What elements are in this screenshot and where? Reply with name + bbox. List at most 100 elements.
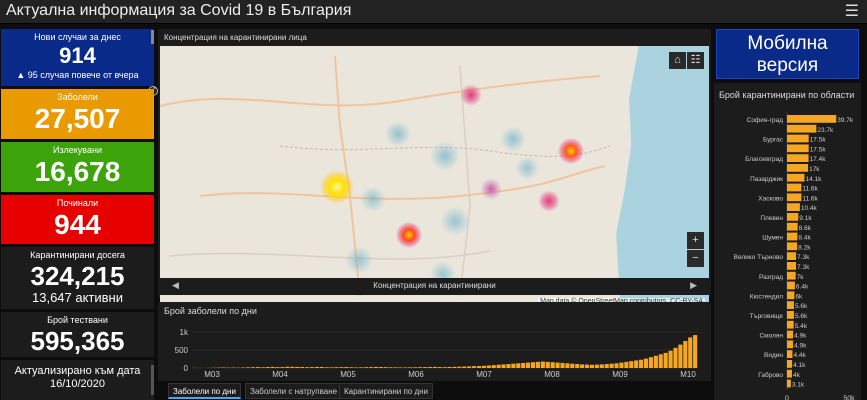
bar	[309, 367, 315, 368]
quarantined-active: 13,647 активни	[32, 290, 123, 305]
mobile-version-button[interactable]: Мобилна версия	[716, 29, 859, 79]
bar	[663, 352, 668, 368]
data-label: 7.3k	[797, 264, 810, 271]
bar	[334, 367, 339, 368]
bar	[388, 367, 393, 368]
data-label: 17.5k	[810, 137, 827, 144]
deceased-card: Починали 944	[1, 195, 154, 244]
bar	[496, 364, 501, 368]
infected-label: Заболели	[57, 92, 98, 102]
bar	[624, 361, 629, 368]
next-arrow-icon[interactable]: ▶	[690, 280, 697, 291]
bar	[550, 362, 555, 368]
data-label: 5.4k	[795, 323, 808, 330]
bar	[378, 366, 383, 368]
bar	[344, 367, 349, 368]
bar	[599, 364, 604, 368]
home-icon[interactable]: ⌂	[669, 52, 686, 69]
bar	[668, 350, 673, 368]
bar	[787, 115, 837, 123]
data-label: 5.6k	[795, 313, 808, 320]
daily-cases-panel: Брой заболели по дни 1k 500 0 M03 M04 M05 M06 M…	[158, 302, 711, 381]
data-label: 6.4k	[796, 284, 809, 291]
bar	[339, 367, 344, 368]
bar	[521, 362, 526, 368]
bar	[658, 354, 663, 368]
x-tick-label: M10	[680, 370, 696, 379]
bar	[540, 361, 545, 368]
new-cases-value: 914	[59, 43, 96, 68]
category-label: Бургас	[763, 137, 784, 144]
recovered-label: Излекувани	[53, 145, 102, 155]
bar	[501, 364, 506, 368]
data-label: 17.5k	[810, 146, 827, 153]
bar	[250, 367, 256, 368]
heat-spot	[320, 170, 354, 204]
quarantined-card: Карантинирани досега 324,215 13,647 акти…	[1, 247, 154, 309]
zoom-out-button[interactable]: −	[687, 250, 704, 267]
bar	[304, 367, 310, 368]
bar	[472, 366, 477, 368]
bar	[570, 363, 575, 368]
tab-daily-cases[interactable]: Заболели по дни	[168, 383, 241, 399]
map-caption-bar: ◀ Концентрация на карантинирани ▶	[158, 278, 711, 295]
bar	[290, 366, 295, 368]
data-label: 4.9k	[794, 342, 807, 349]
bar	[467, 366, 472, 368]
heat-spot	[345, 246, 373, 274]
new-cases-card: Нови случаи за днес 914 ▲ 95 случая пове…	[1, 29, 154, 86]
bar	[300, 367, 305, 368]
left-scrollbar-lower[interactable]	[151, 365, 154, 395]
bar	[422, 367, 428, 368]
hamburger-icon[interactable]: ☰	[845, 1, 859, 21]
infected-value: 27,507	[34, 103, 121, 134]
map-caption: Концентрация на карантинирани	[373, 281, 496, 290]
left-scrollbar[interactable]	[151, 30, 154, 44]
bar	[285, 366, 290, 368]
heat-spot	[515, 156, 539, 180]
data-label: 17.4k	[810, 156, 827, 163]
bar	[787, 360, 793, 368]
bar	[241, 367, 246, 368]
category-label: Кюстендил	[750, 293, 783, 300]
bar	[314, 366, 319, 368]
map-view[interactable]: ⌂ ☷ + − Map data © OpenStreetMap contrib…	[160, 46, 709, 307]
bar	[787, 301, 794, 309]
deceased-label: Починали	[56, 198, 99, 208]
tab-cumulative-cases[interactable]: Заболели с натрупване	[245, 383, 343, 399]
recovered-value: 16,678	[34, 156, 121, 187]
tests-label: Брой тествани	[47, 315, 108, 325]
bar	[787, 203, 800, 211]
bar	[526, 362, 531, 368]
bar	[486, 365, 491, 368]
bar	[787, 271, 796, 280]
bar	[319, 366, 324, 368]
data-label: 9.1k	[799, 215, 812, 222]
x-tick-label: 50k	[843, 395, 855, 400]
data-label: 8.6k	[799, 225, 812, 232]
updated-date: 16/10/2020	[49, 378, 106, 390]
bar	[255, 367, 260, 368]
zoom-in-button[interactable]: +	[687, 232, 704, 249]
bar	[491, 365, 496, 368]
bar	[678, 344, 683, 368]
tab-daily-quarantined[interactable]: Карантинирани по дни	[339, 383, 434, 399]
bar	[555, 362, 560, 368]
bar	[535, 361, 540, 368]
top-bar: Актуална информация за Covid 19 в Българ…	[0, 0, 867, 24]
list-icon[interactable]: ☷	[687, 52, 704, 69]
bar	[609, 363, 614, 368]
bar	[447, 366, 452, 368]
x-tick-label: M07	[476, 370, 492, 379]
bar	[787, 124, 817, 133]
tests-card: Брой тествани 595,365	[1, 312, 154, 357]
page-title: Актуална информация за Covid 19 в Българ…	[6, 2, 352, 19]
bar	[688, 337, 693, 368]
category-label: Разград	[759, 274, 783, 281]
bar	[363, 367, 369, 368]
bar	[408, 367, 413, 368]
map-title: Концентрация на карантинирани лица	[164, 33, 307, 42]
x-tick-label: M08	[544, 370, 560, 379]
bar	[373, 366, 378, 368]
data-label: 3.1k	[792, 382, 805, 389]
